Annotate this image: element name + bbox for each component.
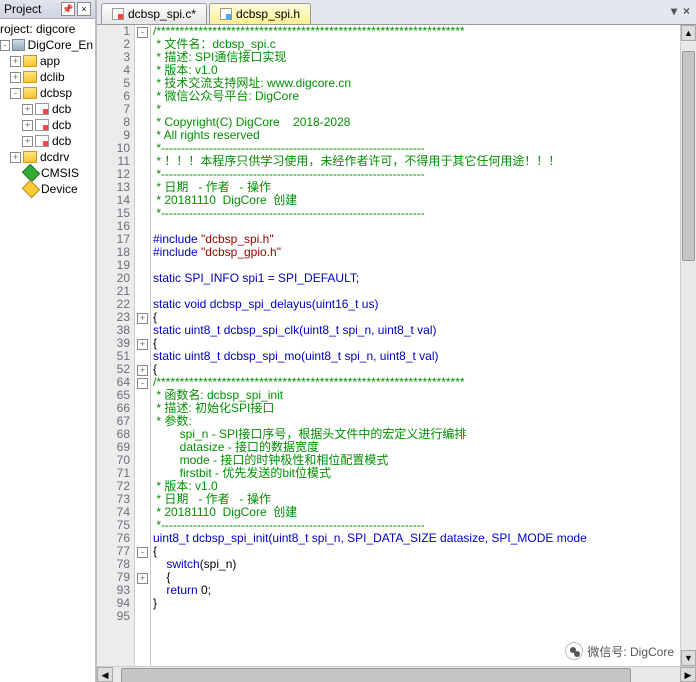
expand-icon[interactable]: + [10, 56, 21, 67]
tab-close-icon[interactable]: × [683, 4, 690, 18]
fold-toggle[interactable]: - [137, 27, 148, 38]
expand-icon[interactable]: - [0, 40, 10, 51]
pkg-icon [12, 39, 25, 51]
tree-item[interactable]: Device [0, 181, 95, 197]
code-editor[interactable]: 1234567891011121314151617181920212223383… [97, 25, 680, 666]
tree-item[interactable]: + dclib [0, 69, 95, 85]
expand-icon[interactable]: + [22, 104, 33, 115]
tree-item-label: dcb [52, 134, 71, 148]
expand-icon [10, 184, 21, 195]
tree-item[interactable]: + dcdrv [0, 149, 95, 165]
expand-icon[interactable]: + [22, 136, 33, 147]
editor-tab[interactable]: dcbsp_spi.c* [101, 3, 207, 24]
tree-item[interactable]: - dcbsp [0, 85, 95, 101]
tree-item-label: Device [41, 182, 78, 196]
tree-item-label: dcdrv [40, 150, 69, 164]
tree-item[interactable]: + app [0, 53, 95, 69]
scroll-left-button[interactable]: ◀ [97, 667, 113, 682]
file-c-icon [35, 103, 49, 115]
tree-item[interactable]: + dcb [0, 101, 95, 117]
file-c-icon [35, 135, 49, 147]
folder-icon [23, 55, 37, 67]
project-panel: Project 📌 × roject: digcore -DigCore_En+… [0, 0, 97, 682]
tab-label: dcbsp_spi.h [236, 7, 300, 21]
project-root-label: roject: digcore [0, 22, 75, 36]
fold-toggle[interactable]: + [137, 573, 148, 584]
expand-icon[interactable]: + [10, 72, 21, 83]
fold-toggle[interactable]: - [137, 547, 148, 558]
expand-icon[interactable]: + [22, 120, 33, 131]
fold-toggle[interactable]: + [137, 365, 148, 376]
tree-item-label: dcb [52, 102, 71, 116]
panel-title: Project [4, 2, 41, 16]
fold-toggle[interactable]: + [137, 339, 148, 350]
editor-tab[interactable]: dcbsp_spi.h [209, 3, 311, 24]
h-file-icon [220, 8, 232, 20]
source-text[interactable]: /***************************************… [151, 25, 680, 666]
panel-header: Project 📌 × [0, 0, 95, 19]
folder-icon [23, 151, 37, 163]
tree-item[interactable]: CMSIS [0, 165, 95, 181]
comp-green-icon [22, 164, 40, 182]
scroll-up-button[interactable]: ▲ [681, 25, 696, 41]
project-root[interactable]: roject: digcore [0, 21, 95, 37]
c-file-icon [112, 8, 124, 20]
wechat-icon [565, 642, 583, 660]
tree-item-label: DigCore_En [28, 38, 93, 52]
panel-pin-icon[interactable]: 📌 [61, 2, 75, 16]
tree-item-label: dcb [52, 118, 71, 132]
tree-item-label: CMSIS [41, 166, 79, 180]
tree-item-label: dcbsp [40, 86, 72, 100]
vertical-scrollbar[interactable]: ▲ ▼ [680, 25, 696, 666]
tree-item[interactable]: + dcb [0, 117, 95, 133]
editor-area: dcbsp_spi.c* dcbsp_spi.h ▾ × 123456789101… [97, 0, 696, 682]
hscroll-thumb[interactable] [121, 668, 631, 682]
folder-icon [23, 71, 37, 83]
panel-close-icon[interactable]: × [77, 2, 91, 16]
tab-bar: dcbsp_spi.c* dcbsp_spi.h ▾ × [97, 0, 696, 25]
fold-toggle[interactable]: - [137, 378, 148, 389]
comp-yellow-icon [22, 180, 40, 198]
watermark-text: 微信号: DigCore [587, 643, 674, 660]
expand-icon[interactable]: - [10, 88, 21, 99]
watermark: 微信号: DigCore [559, 638, 680, 664]
vscroll-thumb[interactable] [682, 51, 695, 261]
tree-item-label: app [40, 54, 60, 68]
file-c-icon [35, 119, 49, 131]
scroll-right-button[interactable]: ▶ [680, 667, 696, 682]
tree-item[interactable]: - DigCore_En [0, 37, 95, 53]
fold-toggle[interactable]: + [137, 313, 148, 324]
folder-icon [23, 87, 37, 99]
project-tree: roject: digcore - DigCore_En + app + dclib - dc… [0, 19, 95, 199]
scroll-down-button[interactable]: ▼ [681, 650, 696, 666]
horizontal-scrollbar[interactable]: ◀ ▶ [97, 666, 696, 682]
fold-column: - + + + - - + [135, 25, 151, 666]
tab-label: dcbsp_spi.c* [128, 7, 196, 21]
expand-icon [10, 168, 21, 179]
tree-item-label: dclib [40, 70, 65, 84]
expand-icon[interactable]: + [10, 152, 21, 163]
tab-dropdown-icon[interactable]: ▾ [671, 4, 677, 18]
tree-item[interactable]: + dcb [0, 133, 95, 149]
line-number-gutter: 1234567891011121314151617181920212223383… [97, 25, 135, 666]
